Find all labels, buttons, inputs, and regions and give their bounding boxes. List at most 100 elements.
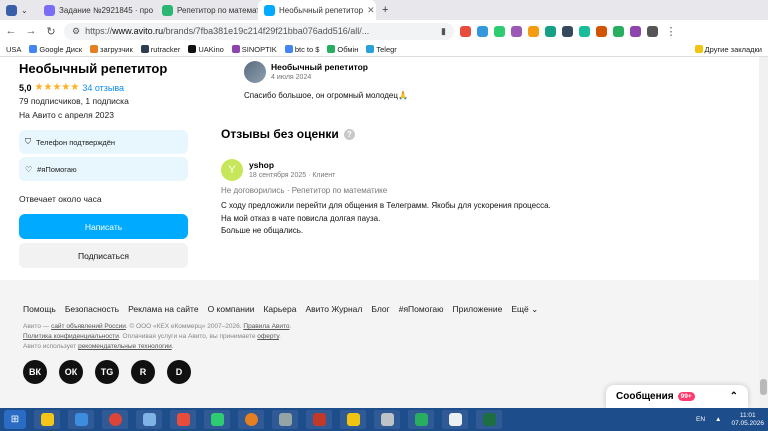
messages-label: Сообщения: [616, 391, 674, 402]
clock-time: 11:01: [739, 411, 756, 419]
scrollbar-thumb[interactable]: [760, 379, 767, 395]
taskbar-app[interactable]: [102, 410, 128, 429]
language-indicator[interactable]: EN: [696, 416, 705, 423]
taskbar-app[interactable]: [374, 410, 400, 429]
footer-link-security[interactable]: Безопасность: [65, 304, 119, 315]
write-button[interactable]: Написать: [19, 214, 188, 239]
bookmark-item[interactable]: USA: [6, 45, 21, 54]
extension-icon[interactable]: [596, 25, 607, 37]
bookmark-item[interactable]: btc to $: [284, 45, 319, 54]
rules-link[interactable]: Правила Авито: [243, 323, 289, 330]
reviews-link[interactable]: 34 отзыва: [82, 83, 124, 93]
chevron-up-icon[interactable]: ⌃: [730, 391, 738, 402]
heart-icon: ♡: [25, 164, 33, 174]
film-icon: [188, 45, 197, 53]
taskbar-app[interactable]: [408, 410, 434, 429]
forward-button[interactable]: →: [24, 25, 38, 37]
other-bookmarks[interactable]: Другие закладки: [694, 45, 762, 54]
taskbar-app[interactable]: [170, 410, 196, 429]
clock[interactable]: 11:01 07.05.2026: [731, 412, 764, 428]
taskbar-app[interactable]: [136, 410, 162, 429]
rutube-icon[interactable]: R: [131, 360, 155, 384]
legal-text: .: [278, 333, 281, 340]
recommend-tech-link[interactable]: рекомендательные технологии: [78, 343, 172, 350]
footer-more[interactable]: Ещё ⌄: [511, 304, 538, 315]
taskbar-app[interactable]: [204, 410, 230, 429]
telegram-icon[interactable]: TG: [95, 360, 119, 384]
footer-link-journal[interactable]: Авито Журнал: [306, 304, 363, 315]
tab-unusual-tutor[interactable]: Необычный репетитор ✕: [258, 0, 376, 20]
extension-icon[interactable]: [630, 25, 641, 37]
bookmark-item[interactable]: загрузчик: [90, 45, 133, 54]
legal-link[interactable]: сайт объявлений России: [51, 323, 126, 330]
messages-widget[interactable]: Сообщения 99+ ⌃: [606, 385, 748, 408]
start-button[interactable]: ⊞: [4, 410, 26, 429]
taskbar-app[interactable]: [306, 410, 332, 429]
exchange-icon: [327, 45, 336, 53]
bookmarks-bar: USA Google Диск загрузчик rutracker UAKi…: [0, 42, 768, 57]
extension-icon[interactable]: [494, 25, 505, 37]
more-menu-icon[interactable]: ⋮: [664, 25, 678, 38]
footer-link-help[interactable]: Помощь: [23, 304, 56, 315]
footer-link-i-help[interactable]: #яПомогаю: [399, 304, 444, 315]
torrent-icon: [140, 45, 149, 53]
taskbar-app[interactable]: [68, 410, 94, 429]
window-menu-button[interactable]: ⌄: [0, 0, 38, 20]
bookmark-label: USA: [6, 44, 22, 54]
extension-icon[interactable]: [562, 25, 573, 37]
privacy-link[interactable]: Политика конфиденциальности: [23, 333, 119, 340]
extension-icon[interactable]: [545, 25, 556, 37]
profile-icon[interactable]: [647, 25, 658, 37]
footer-legal-line: Авито использует рекомендательные технол…: [23, 343, 174, 350]
bookmark-item[interactable]: UAKino: [188, 45, 224, 54]
help-icon[interactable]: ?: [343, 128, 355, 140]
review-line: Больше не общались.: [221, 226, 304, 235]
footer-link-blog[interactable]: Блог: [371, 304, 389, 315]
site-info-icon[interactable]: ⚙: [72, 26, 80, 37]
footer-link-about[interactable]: О компании: [208, 304, 255, 315]
extension-icon[interactable]: [511, 25, 522, 37]
new-tab-button[interactable]: +: [376, 0, 396, 20]
close-tab-icon[interactable]: ✕: [363, 5, 375, 16]
file-explorer-icon: [40, 413, 54, 426]
url-prefix: https://: [85, 26, 113, 36]
tray-chevron-icon[interactable]: ▲: [715, 416, 721, 423]
taskbar-app[interactable]: [238, 410, 264, 429]
tab-task[interactable]: Задание №2921845 · про: [38, 0, 156, 20]
footer-link-ads[interactable]: Реклама на сайте: [128, 304, 199, 315]
bookmark-icon[interactable]: ▮: [441, 26, 446, 37]
extension-icon[interactable]: [477, 25, 488, 37]
tab-tutor-math[interactable]: Репетитор по математике: [156, 0, 258, 20]
bookmark-item[interactable]: Обмін: [327, 45, 358, 54]
bookmark-label: Google Диск: [39, 44, 82, 54]
extension-icon[interactable]: [579, 25, 590, 37]
taskbar-app[interactable]: [442, 410, 468, 429]
back-button[interactable]: ←: [4, 25, 18, 37]
url-input[interactable]: ⚙ https://www.avito.ru/brands/7fba381e19…: [64, 22, 454, 40]
review-author[interactable]: yshop: [249, 160, 274, 170]
odnoklassniki-icon[interactable]: ОК: [59, 360, 83, 384]
taskbar-app[interactable]: [476, 410, 502, 429]
legal-text: .: [289, 323, 292, 330]
dzen-icon[interactable]: D: [167, 360, 191, 384]
vk-icon[interactable]: ВК: [23, 360, 47, 384]
member-since: На Авито с апреля 2023: [19, 110, 114, 120]
taskbar-app[interactable]: [272, 410, 298, 429]
extension-icon[interactable]: [528, 25, 539, 37]
page-scrollbar[interactable]: [759, 57, 768, 408]
bookmark-item[interactable]: rutracker: [140, 45, 180, 54]
bookmark-item[interactable]: SINOPTIK: [231, 45, 277, 54]
bookmark-item[interactable]: Google Диск: [29, 45, 82, 54]
subscribe-button[interactable]: Подписаться: [19, 243, 188, 268]
extension-icon[interactable]: [460, 25, 471, 37]
tab-label: Задание №2921845 · про: [59, 5, 154, 15]
offer-link[interactable]: оферту: [257, 333, 279, 340]
footer-link-career[interactable]: Карьера: [263, 304, 296, 315]
reload-button[interactable]: ↻: [44, 25, 58, 38]
extension-icon[interactable]: [613, 25, 624, 37]
bookmark-item[interactable]: Telegr: [366, 45, 397, 54]
response-time: Отвечает около часа: [19, 194, 102, 204]
taskbar-app[interactable]: [340, 410, 366, 429]
taskbar-app[interactable]: [34, 410, 60, 429]
footer-link-app[interactable]: Приложение: [452, 304, 502, 315]
